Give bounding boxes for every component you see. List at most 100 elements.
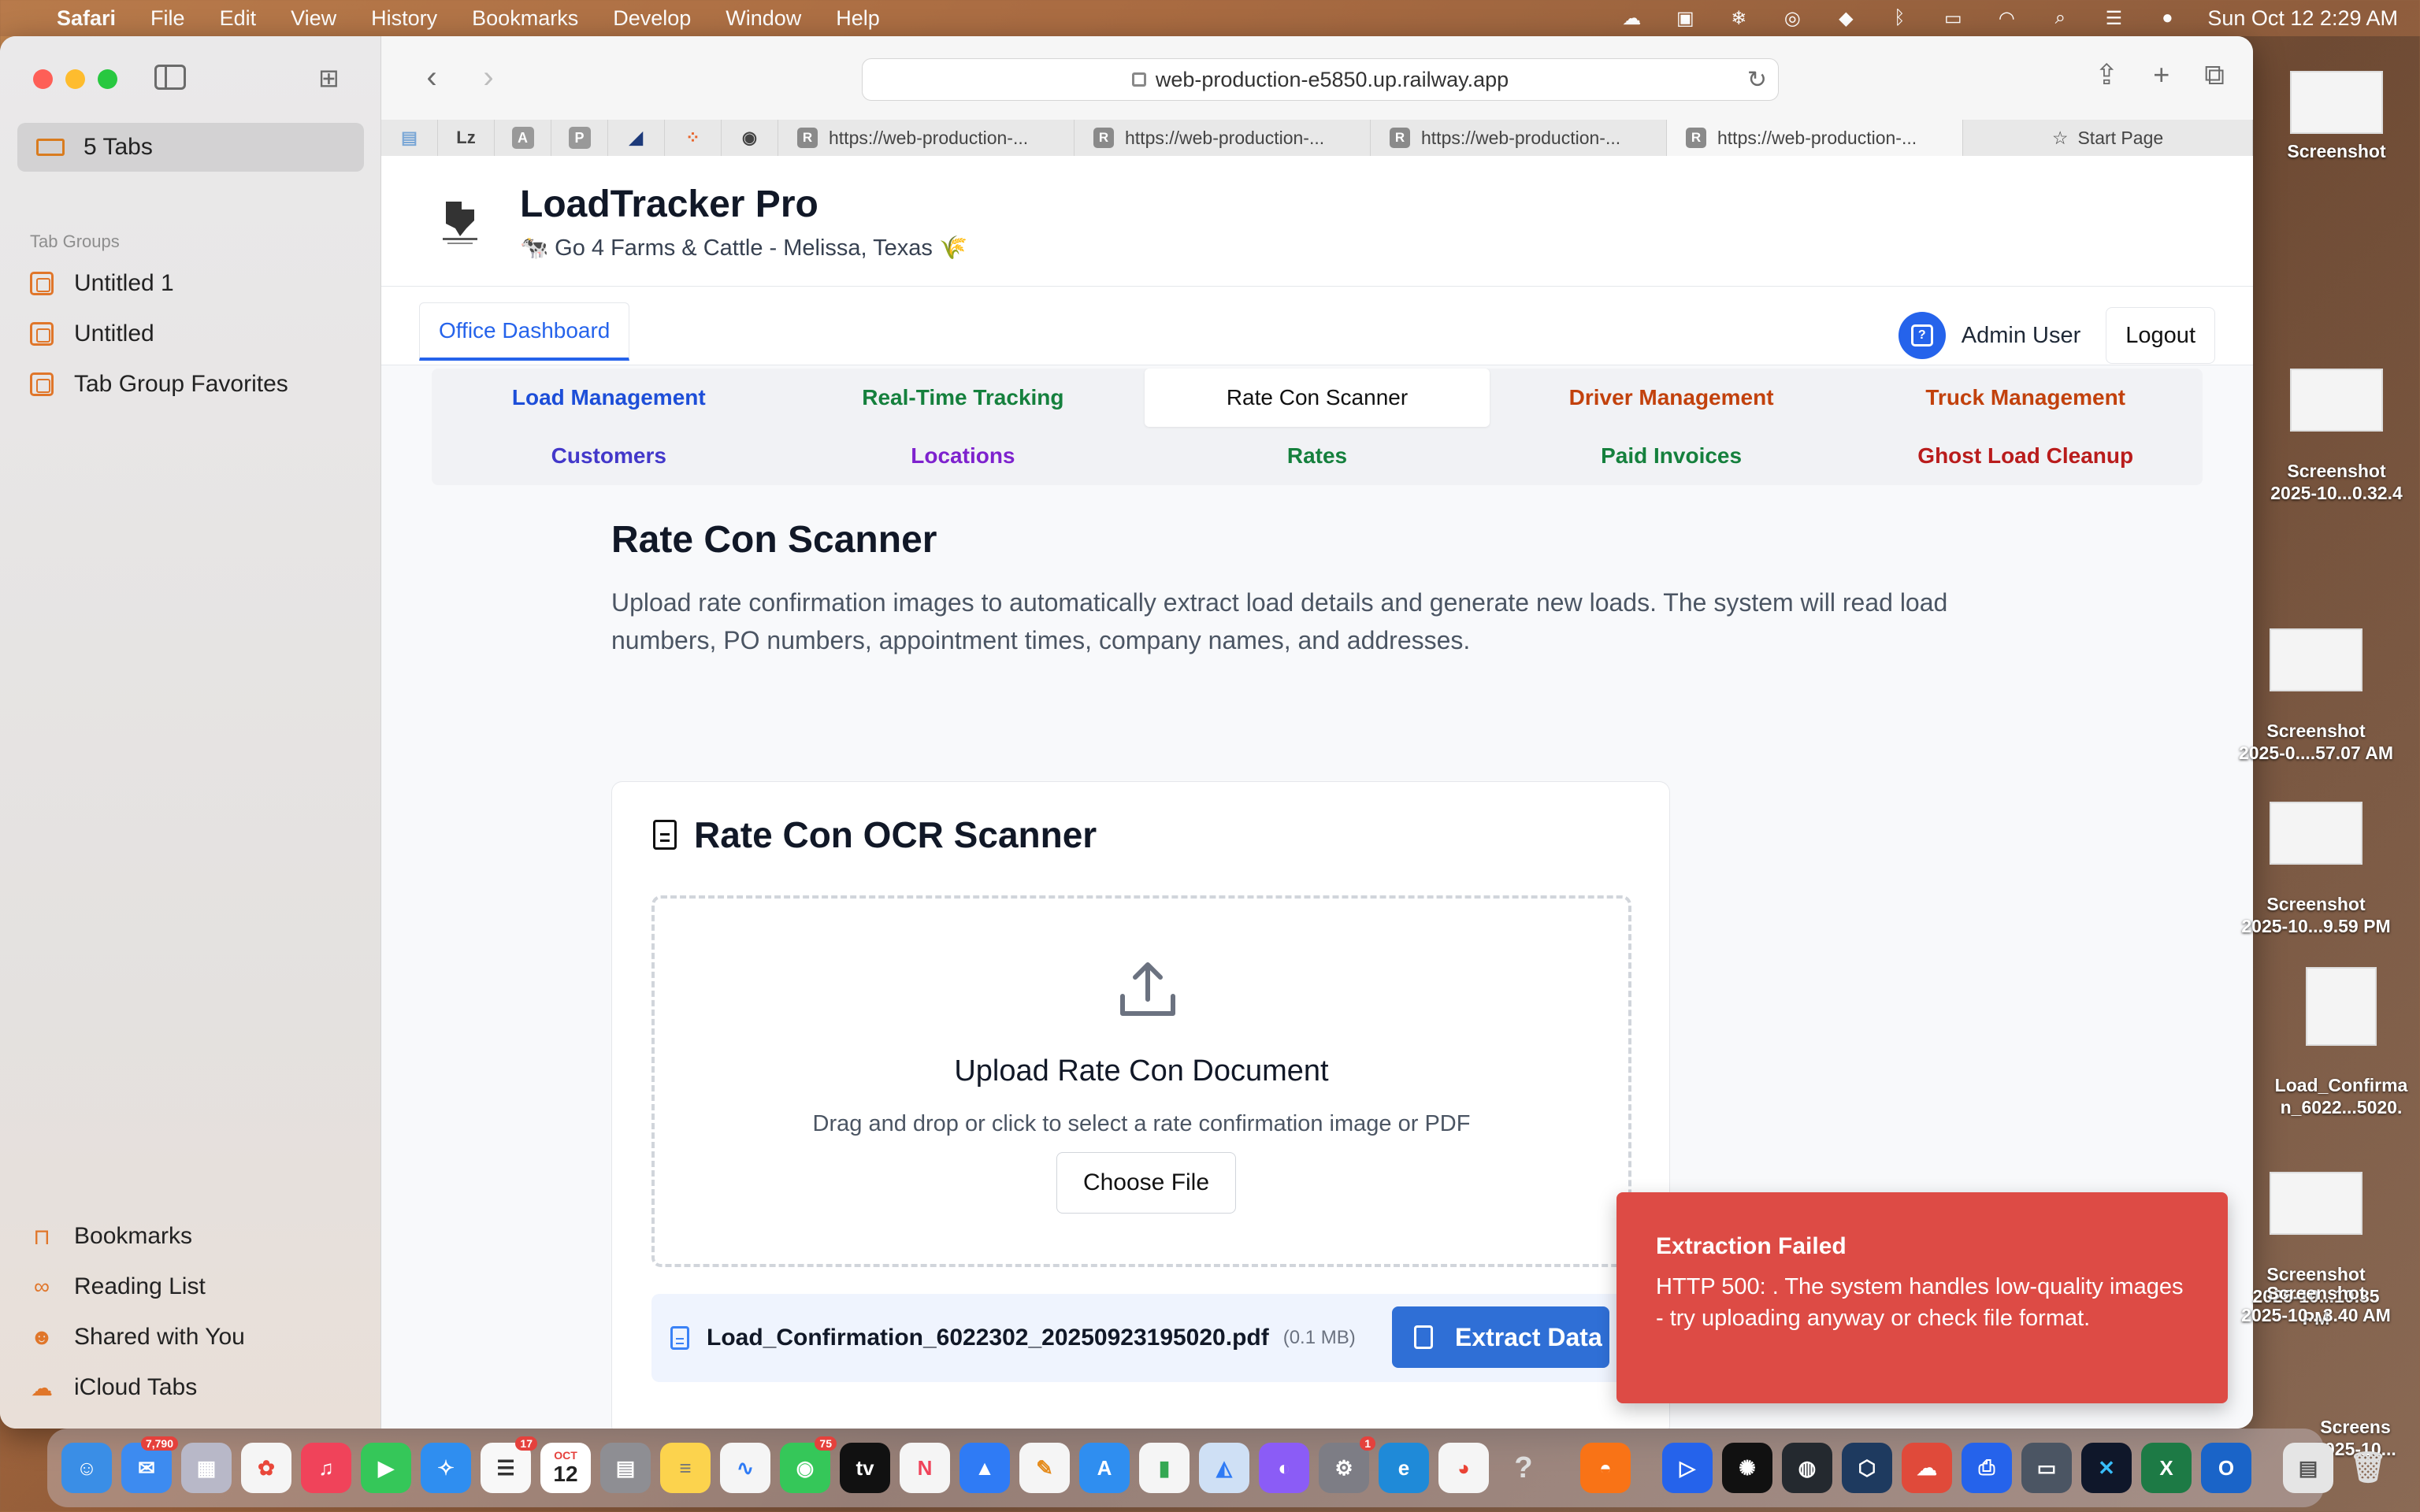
address-bar[interactable]: web-production-e5850.up.railway.app ↻ xyxy=(862,58,1779,101)
forward-chevron-icon[interactable]: › xyxy=(473,60,504,94)
pinned-tab[interactable]: ⁘ xyxy=(665,120,722,156)
tab-truck-management[interactable]: Truck Management xyxy=(1848,369,2203,427)
sidebar-item-bookmarks[interactable]: ⊓ Bookmarks xyxy=(30,1211,245,1262)
minimize-window-button[interactable] xyxy=(65,69,85,89)
tab-real-time-tracking[interactable]: Real-Time Tracking xyxy=(786,369,1141,427)
snowflake-icon[interactable]: ❄ xyxy=(1725,8,1752,29)
desktop-file[interactable]: Screenshot 2025-0....57.07 AM xyxy=(2237,606,2395,764)
desktop-file[interactable]: Screenshot xyxy=(2258,71,2415,162)
github-icon[interactable]: ◍ xyxy=(1782,1443,1832,1493)
menu-view[interactable]: View xyxy=(291,6,336,31)
menu-bookmarks[interactable]: Bookmarks xyxy=(472,6,578,31)
tab-paid-invoices[interactable]: Paid Invoices xyxy=(1494,427,1849,485)
reload-icon[interactable]: ↻ xyxy=(1747,66,1767,94)
desktop-file[interactable]: Screenshot 2025-10...9.59 PM xyxy=(2237,780,2395,937)
facetime-icon[interactable]: ▶ xyxy=(361,1443,411,1493)
extract-data-button[interactable]: Extract Data xyxy=(1392,1306,1609,1368)
desktop-file[interactable]: Screenshot 2025-10...3.40 AM xyxy=(2237,1260,2395,1326)
back-chevron-icon[interactable]: ‹ xyxy=(416,60,447,94)
control-center-icon[interactable]: ☰ xyxy=(2100,8,2127,29)
menu-help[interactable]: Help xyxy=(836,6,880,31)
system-settings-icon[interactable]: ⚙ 1 xyxy=(1319,1436,1375,1493)
pinned-tab[interactable]: A xyxy=(495,120,551,156)
network-icon[interactable]: ⬡ xyxy=(1842,1443,1892,1493)
tab-rates[interactable]: Rates xyxy=(1140,427,1494,485)
outlook-icon[interactable]: O xyxy=(2201,1443,2251,1493)
printer-icon[interactable]: ⎙ xyxy=(1962,1443,2012,1493)
launchpad-icon[interactable]: ▦ xyxy=(181,1443,232,1493)
news-icon[interactable]: N xyxy=(900,1443,950,1493)
chatgpt-icon[interactable]: ✺ xyxy=(1722,1443,1772,1493)
menubar-clock[interactable]: Sun Oct 12 2:29 AM xyxy=(2207,6,2398,31)
cloud-icon[interactable]: ☁ xyxy=(1618,8,1645,29)
firefox-icon[interactable]: ◓ xyxy=(1580,1443,1631,1493)
tab-group-item[interactable]: Untitled xyxy=(30,309,288,359)
new-tab-group-icon[interactable]: ⊞ xyxy=(318,63,350,92)
chrome-icon[interactable]: ◕ xyxy=(1438,1443,1489,1493)
numbers-icon[interactable]: ▮ xyxy=(1139,1443,1190,1493)
appstore-icon[interactable]: A xyxy=(1079,1443,1130,1493)
sidebar-item-reading-list[interactable]: ∞ Reading List xyxy=(30,1262,245,1312)
browser-tab-active[interactable]: R https://web-production-... xyxy=(1667,120,1963,156)
wifi-icon[interactable]: ◠ xyxy=(1993,8,2020,29)
outlook-status-icon[interactable]: ▣ xyxy=(1672,8,1698,29)
calculator-icon[interactable]: ▤ xyxy=(600,1443,651,1493)
choose-file-button[interactable]: Choose File xyxy=(1056,1152,1236,1214)
upload-dropzone[interactable]: Upload Rate Con Document Drag and drop o… xyxy=(651,895,1631,1267)
desktop-file[interactable]: Screenshot 2025-10...0.32.4 xyxy=(2258,346,2415,504)
battery-icon[interactable]: ▭ xyxy=(1939,8,1966,29)
calendar-icon[interactable]: OCT 12 xyxy=(540,1443,591,1493)
start-page-tab[interactable]: ☆ Start Page xyxy=(1963,120,2253,156)
copilot-icon[interactable]: ▷ xyxy=(1662,1443,1713,1493)
bluetooth-icon[interactable]: ᛒ xyxy=(1886,7,1913,28)
assistant-icon[interactable]: ◐ xyxy=(1259,1443,1309,1493)
downloads-stack-icon[interactable]: ▤ xyxy=(2283,1443,2333,1493)
logout-button[interactable]: Logout xyxy=(2106,307,2215,364)
menu-history[interactable]: History xyxy=(371,6,437,31)
photos-icon[interactable]: ✿ xyxy=(241,1443,291,1493)
reminders-icon[interactable]: ☰ 17 xyxy=(481,1436,537,1493)
menu-app[interactable]: Safari xyxy=(57,6,116,31)
tab-group-item[interactable]: Untitled 1 xyxy=(30,258,288,309)
tab-load-management[interactable]: Load Management xyxy=(432,369,786,427)
tab-group-item[interactable]: Tab Group Favorites xyxy=(30,359,288,410)
tab-rate-con-scanner[interactable]: Rate Con Scanner xyxy=(1145,369,1490,427)
pinned-tab[interactable]: Lz xyxy=(438,120,495,156)
browser-tab[interactable]: R https://web-production-... xyxy=(1075,120,1371,156)
sidebar-item-icloud-tabs[interactable]: ☁ iCloud Tabs xyxy=(30,1362,245,1413)
question-icon[interactable]: ? xyxy=(1498,1443,1549,1493)
pinned-tab[interactable]: ◉ xyxy=(722,120,778,156)
menu-file[interactable]: File xyxy=(150,6,185,31)
cloud-upload-icon[interactable]: ☁ xyxy=(1902,1443,1952,1493)
pages-icon[interactable]: ✎ xyxy=(1019,1443,1070,1493)
sidebar-item-shared[interactable]: ☻ Shared with You xyxy=(30,1312,245,1362)
close-window-button[interactable] xyxy=(33,69,53,89)
tab-locations[interactable]: Locations xyxy=(786,427,1141,485)
notes-icon[interactable]: ≡ xyxy=(660,1443,711,1493)
tab-ghost-load-cleanup[interactable]: Ghost Load Cleanup xyxy=(1848,427,2203,485)
tab-office-dashboard[interactable]: Office Dashboard xyxy=(419,302,630,361)
app-status-icon[interactable]: ◆ xyxy=(1832,8,1859,29)
mail-icon[interactable]: ✉ 7,790 xyxy=(121,1436,178,1493)
sidebar-toggle-icon[interactable] xyxy=(154,65,186,90)
preview-icon[interactable]: ◭ xyxy=(1199,1443,1249,1493)
excel-icon[interactable]: X xyxy=(2141,1443,2192,1493)
error-toast[interactable]: Extraction Failed HTTP 500: . The system… xyxy=(1616,1192,2228,1403)
finder-icon[interactable]: ☺ xyxy=(61,1443,112,1493)
edge-icon[interactable]: e xyxy=(1379,1443,1429,1493)
messages-icon[interactable]: ◉ 75 xyxy=(780,1436,837,1493)
chatgpt-icon[interactable]: ◎ xyxy=(1779,8,1806,29)
pinned-tab[interactable]: ▤ xyxy=(381,120,438,156)
pinned-tab[interactable]: ◢ xyxy=(608,120,665,156)
share-icon[interactable]: ⇪ xyxy=(2095,58,2118,92)
menu-window[interactable]: Window xyxy=(726,6,801,31)
safari-icon[interactable]: ✧ xyxy=(421,1443,471,1493)
sidebar-item-tabs[interactable]: 5 Tabs xyxy=(17,123,364,172)
keynote-icon[interactable]: ▲ xyxy=(959,1443,1010,1493)
menu-develop[interactable]: Develop xyxy=(613,6,691,31)
pinned-tab[interactable]: P xyxy=(551,120,608,156)
new-tab-plus-icon[interactable]: + xyxy=(2153,58,2169,92)
menu-edit[interactable]: Edit xyxy=(220,6,257,31)
appletv-icon[interactable]: tv xyxy=(840,1443,890,1493)
freeform-icon[interactable]: ∿ xyxy=(720,1443,770,1493)
